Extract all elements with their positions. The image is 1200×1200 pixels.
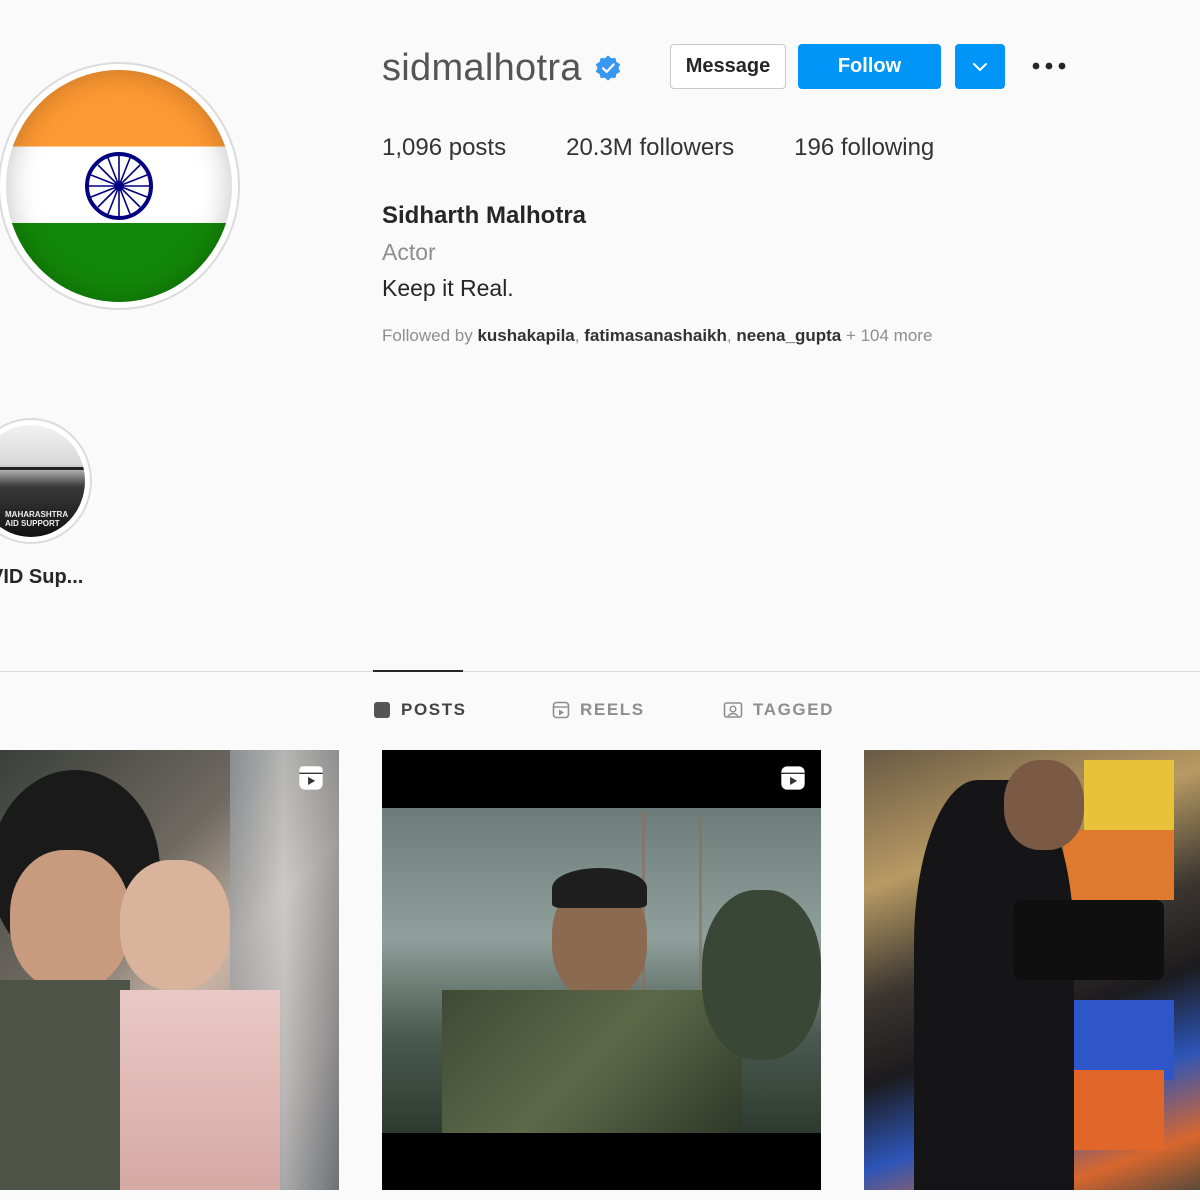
highlight-cover-bridge-shape (0, 467, 85, 487)
full-name: Sidharth Malhotra (382, 202, 587, 229)
ashoka-chakra-icon (85, 152, 153, 220)
username-row: sidmalhotra (382, 44, 622, 92)
followed-by-separator: , (574, 326, 585, 345)
post-1-face-shape (10, 850, 130, 990)
grid-icon (374, 702, 390, 718)
avatar-image-india-flag (6, 70, 232, 302)
profile-avatar[interactable] (0, 62, 240, 310)
follow-button[interactable]: Follow (798, 44, 941, 89)
chevron-down-icon (973, 62, 987, 71)
following-stat[interactable]: 196 following (794, 134, 934, 162)
tab-posts[interactable]: POSTS (373, 700, 467, 720)
tab-reels-label: REELS (580, 700, 645, 719)
reel-icon (781, 766, 805, 790)
tab-tagged[interactable]: TAGGED (723, 700, 834, 720)
posts-label: posts (442, 134, 507, 161)
highlight-cover-caption: MAHARASHTRA AID SUPPORT (5, 510, 68, 528)
verified-badge-icon (595, 55, 620, 81)
reels-icon (552, 701, 570, 719)
following-label: following (834, 134, 935, 161)
post-3-camera-shape (1014, 900, 1164, 980)
followed-by-prefix: Followed by (382, 326, 478, 345)
highlight-cover-image: MAHARASHTRA AID SUPPORT (0, 425, 85, 537)
tab-tagged-label: TAGGED (753, 700, 835, 719)
posts-count-stat: 1,096 posts (382, 134, 506, 162)
highlight-label[interactable]: VID Sup... (0, 566, 110, 589)
highlight-caption-line2: AID SUPPORT (5, 519, 60, 528)
posts-count: 1,096 (382, 134, 443, 161)
tab-reels[interactable]: REELS (552, 700, 645, 720)
post-2-uniform-shape (442, 990, 742, 1133)
reel-icon (299, 766, 323, 790)
post-2-soldier-helmet-shape (702, 890, 821, 1060)
following-count: 196 (794, 134, 835, 161)
active-tab-indicator (373, 670, 463, 672)
followed-by-user[interactable]: kushakapila (477, 326, 574, 345)
tagged-icon (723, 702, 743, 718)
post-thumbnail[interactable] (382, 750, 821, 1190)
followers-stat[interactable]: 20.3M followers (566, 134, 734, 162)
suggested-accounts-dropdown-button[interactable] (955, 44, 1005, 89)
more-options-icon (1032, 62, 1066, 70)
highlight-caption-line1: MAHARASHTRA (5, 510, 69, 519)
post-2-hair-shape (552, 868, 647, 908)
followed-by-more: + 104 more (841, 326, 933, 345)
post-thumbnail[interactable] (0, 750, 339, 1190)
followers-count: 20.3M (566, 134, 633, 161)
followers-label: followers (632, 134, 735, 161)
message-button[interactable]: Message (670, 44, 786, 89)
tab-posts-label: POSTS (401, 700, 467, 719)
tabs-divider (0, 671, 1200, 672)
post-1-face2-shape (120, 860, 230, 990)
username: sidmalhotra (382, 46, 582, 89)
followed-by[interactable]: Followed by kushakapila, fatimasanashaik… (382, 326, 932, 346)
more-options-button[interactable] (1028, 50, 1070, 82)
followed-by-user[interactable]: neena_gupta (736, 326, 841, 345)
profile-category: Actor (382, 239, 436, 265)
profile-stats: 1,096 posts 20.3M followers 196 followin… (382, 134, 994, 162)
post-1-dress-shape (120, 990, 280, 1190)
followed-by-separator: , (726, 326, 737, 345)
post-3-face-shape (1004, 760, 1084, 850)
post-3-crate-yellow (1084, 760, 1174, 840)
bio-text: Keep it Real. (382, 275, 514, 301)
post-1-jacket-shape (0, 980, 130, 1190)
post-3-crate-orange (1064, 830, 1174, 900)
post-thumbnail[interactable] (864, 750, 1200, 1190)
followed-by-user[interactable]: fatimasanashaikh (584, 326, 727, 345)
story-highlight[interactable]: MAHARASHTRA AID SUPPORT (0, 418, 92, 544)
